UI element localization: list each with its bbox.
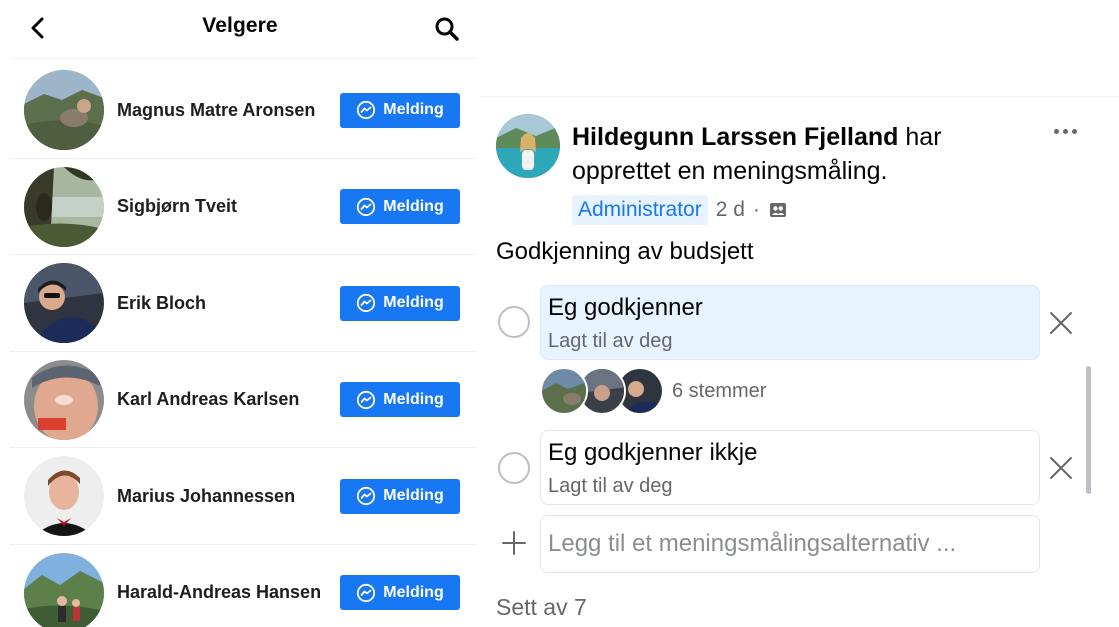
poll-option-radio[interactable] [498, 306, 530, 338]
avatar[interactable] [24, 552, 104, 627]
message-button[interactable]: Melding [340, 575, 460, 611]
poll-option-subtext: Lagt til av deg [548, 330, 673, 352]
voter-list: Magnus Matre Aronsen Melding Sigbjørn Tv… [0, 62, 480, 627]
avatar [540, 367, 588, 415]
post-timestamp[interactable]: 2 d [716, 198, 745, 222]
poll-option-label: Eg godkjenner [548, 294, 703, 321]
voter-name[interactable]: Karl Andreas Karlsen [117, 389, 299, 410]
option-voters[interactable]: 6 stemmer [540, 366, 766, 416]
messenger-icon [357, 487, 376, 506]
message-button[interactable]: Melding [340, 189, 460, 225]
message-button[interactable]: Melding [340, 92, 460, 128]
message-button-label: Melding [383, 390, 444, 408]
search-button[interactable] [430, 12, 464, 46]
messenger-icon [357, 583, 376, 602]
remove-option-button[interactable] [1046, 308, 1076, 338]
poll-option-label: Eg godkjenner ikkje [548, 439, 758, 466]
separator-dot: · [752, 198, 760, 221]
voter-name[interactable]: Magnus Matre Aronsen [117, 100, 315, 121]
voter-name[interactable]: Harald-Andreas Hansen [117, 582, 321, 603]
messenger-icon [357, 294, 376, 313]
scrollbar[interactable] [1086, 366, 1091, 494]
messenger-icon [357, 101, 376, 120]
message-button-label: Melding [383, 583, 444, 601]
add-option-button[interactable] [498, 527, 530, 559]
avatar[interactable] [24, 166, 104, 247]
divider [480, 96, 1119, 97]
seen-by-count[interactable]: Sett av 7 [496, 594, 587, 621]
avatar[interactable] [24, 456, 104, 537]
admin-badge[interactable]: Administrator [572, 195, 708, 225]
voter-row[interactable]: Karl Andreas Karlsen Melding [0, 352, 480, 448]
poll-option-radio[interactable] [498, 452, 530, 484]
more-dots-icon [1062, 128, 1068, 134]
close-icon [1050, 312, 1072, 334]
message-button[interactable]: Melding [340, 285, 460, 321]
messenger-icon [357, 390, 376, 409]
more-options-button[interactable] [1048, 118, 1082, 144]
voter-row[interactable]: Erik Bloch Melding [0, 255, 480, 352]
message-button[interactable]: Melding [340, 382, 460, 418]
divider [10, 58, 476, 59]
remove-option-button[interactable] [1046, 453, 1076, 483]
voter-row[interactable]: Harald-Andreas Hansen Melding [0, 545, 480, 627]
poll-question: Godkjenning av budsjett [496, 238, 754, 265]
group-audience-icon [769, 203, 786, 217]
voter-name[interactable]: Erik Bloch [117, 293, 206, 314]
add-option-input[interactable] [540, 515, 1040, 573]
poll-option[interactable]: Eg godkjenner Lagt til av deg [540, 285, 1040, 360]
post-headline: Hildegunn Larssen Fjelland har opprettet… [572, 120, 1042, 188]
voters-panel: Velgere Magnus Matre Aronsen Melding Sig… [0, 0, 480, 627]
message-button-label: Melding [383, 101, 444, 119]
plus-icon [502, 531, 526, 555]
voter-name[interactable]: Sigbjørn Tveit [117, 196, 237, 217]
search-icon [435, 17, 459, 41]
voter-row[interactable]: Magnus Matre Aronsen Melding [0, 62, 480, 159]
message-button-label: Melding [383, 197, 444, 215]
voter-row[interactable]: Marius Johannessen Melding [0, 448, 480, 545]
avatar[interactable] [24, 359, 104, 440]
voter-name[interactable]: Marius Johannessen [117, 486, 295, 507]
message-button-label: Melding [383, 487, 444, 505]
avatar[interactable] [24, 70, 104, 151]
poll-post: Hildegunn Larssen Fjelland har opprettet… [480, 0, 1119, 627]
more-dots-icon [1053, 128, 1059, 134]
message-button[interactable]: Melding [340, 478, 460, 514]
vote-count[interactable]: 6 stemmer [672, 380, 766, 403]
poll-option[interactable]: Eg godkjenner ikkje Lagt til av deg [540, 430, 1040, 505]
poll-option-subtext: Lagt til av deg [548, 475, 673, 497]
avatar[interactable] [496, 114, 560, 178]
close-icon [1050, 457, 1072, 479]
avatar[interactable] [24, 263, 104, 344]
post-meta: Administrator 2 d · [572, 195, 788, 225]
page-title: Velgere [202, 14, 278, 37]
author-name[interactable]: Hildegunn Larssen Fjelland [572, 123, 898, 151]
message-button-label: Melding [383, 294, 444, 312]
messenger-icon [357, 197, 376, 216]
voter-row[interactable]: Sigbjørn Tveit Melding [0, 159, 480, 255]
voters-header: Velgere [0, 0, 480, 58]
more-dots-icon [1071, 128, 1077, 134]
